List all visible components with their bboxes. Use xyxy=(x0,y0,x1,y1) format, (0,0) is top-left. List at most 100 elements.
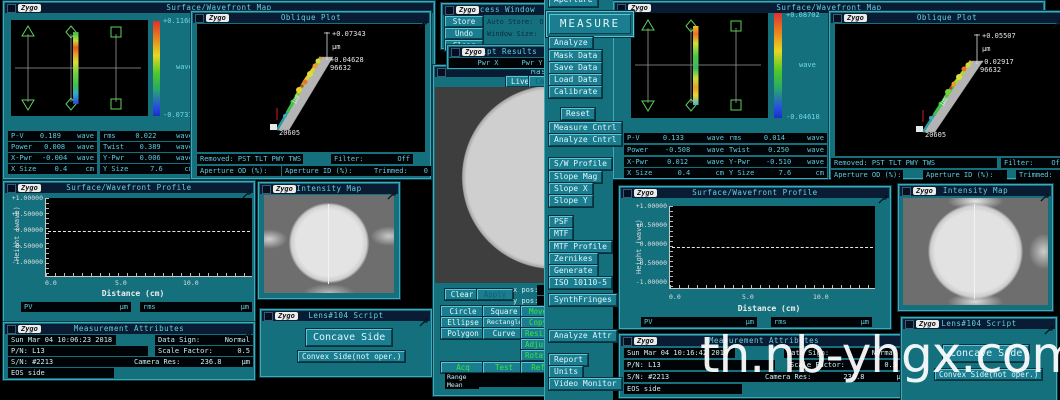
undo-button[interactable]: Undo xyxy=(445,28,483,39)
note-field[interactable]: EOS side xyxy=(624,384,742,394)
xtick: 5.0 xyxy=(742,294,754,301)
control-button[interactable]: Measure Cntrl xyxy=(549,122,622,134)
shape-curve-button[interactable]: Curve xyxy=(483,328,525,339)
control-button[interactable]: Slope Y xyxy=(549,195,593,207)
close-icon[interactable] xyxy=(623,337,632,346)
timestamp-field: Sun Mar 04 10:06:23 2018 xyxy=(8,335,116,345)
concave-side-button[interactable]: Concave Side xyxy=(306,329,392,346)
pwr-x-header: Pwr X xyxy=(465,58,511,68)
control-button[interactable]: Zernikes xyxy=(549,253,598,265)
wrench-icon[interactable] xyxy=(878,189,887,198)
oblique-plot-area: +0.07343 µm +0.04628 96632 µm 20605 xyxy=(197,24,425,152)
aperture-id-field[interactable]: Aperture ID (%): xyxy=(923,170,1007,180)
x-pos-label: x pos: xyxy=(513,286,538,295)
wrench-icon[interactable] xyxy=(1040,187,1049,196)
ytick: -1.00000 xyxy=(631,279,667,286)
control-button[interactable]: Analyze xyxy=(549,37,593,49)
wrench-icon[interactable] xyxy=(387,185,396,194)
lens-seam-line xyxy=(328,204,329,284)
control-button[interactable]: Units xyxy=(549,366,583,378)
zygo-logo: Zygo xyxy=(18,325,41,333)
control-button[interactable]: Generate xyxy=(549,265,598,277)
window-intensity-left: Zygo Intensity Map xyxy=(257,181,401,300)
window-size-setting[interactable]: Window Size:64 xyxy=(487,30,552,39)
aperture-button-partial[interactable]: Aperture xyxy=(549,0,598,7)
control-button[interactable]: SynthFringes xyxy=(549,294,617,306)
control-button[interactable]: Analyze Cntrl xyxy=(549,134,622,146)
close-icon[interactable] xyxy=(451,48,460,57)
close-icon[interactable] xyxy=(445,6,454,15)
measure-button[interactable]: MEASURE xyxy=(549,14,631,34)
removed-field: Removed: PST TLT PWY TWS xyxy=(831,158,997,168)
control-panel: Aperture MEASURE Analyze Mask Data Save … xyxy=(544,0,613,400)
store-button[interactable]: Store xyxy=(445,16,483,27)
aperture-od-field[interactable]: Aperture OD (%): xyxy=(197,166,281,176)
titlebar-intensity-right: Zygo Intensity Map xyxy=(900,186,1051,196)
serial-number-field[interactable]: S/N: #2213 xyxy=(8,357,134,367)
close-icon[interactable] xyxy=(7,4,16,13)
control-button[interactable]: MTF Profile xyxy=(549,241,612,253)
wrench-icon[interactable] xyxy=(242,325,251,334)
control-button[interactable]: Save Data xyxy=(549,62,602,74)
intensity-image xyxy=(264,195,394,293)
convex-side-button[interactable]: Convex Side(not oper.) xyxy=(298,351,405,362)
shape-ellipse-button[interactable]: Ellipse xyxy=(441,317,485,328)
aperture-id-field[interactable]: Aperture ID (%): xyxy=(282,166,372,176)
close-icon[interactable] xyxy=(437,68,446,77)
y-pos-label: y pos: xyxy=(513,297,538,306)
control-button[interactable]: ISO 10110-5 xyxy=(549,277,612,289)
close-icon[interactable] xyxy=(195,14,204,23)
close-icon[interactable] xyxy=(623,189,632,198)
window-oblique-left: Zygo Oblique Plot +0.07343 µ xyxy=(190,10,432,180)
aperture-od-field[interactable]: Aperture OD (%): xyxy=(831,170,903,180)
control-button[interactable]: Slope Mag xyxy=(549,171,602,183)
shape-square-button[interactable]: Square xyxy=(483,306,525,317)
zygo-logo: Zygo xyxy=(634,189,657,197)
part-number-field[interactable]: P/N: L13 xyxy=(8,346,148,356)
control-button[interactable]: PSF xyxy=(549,216,573,228)
close-icon[interactable] xyxy=(7,184,16,193)
stat-power: Power0.008wave xyxy=(8,142,97,152)
oblique-plot-area: +0.05507 µm -0.02917 96632 µm 20605 xyxy=(835,24,1060,156)
mask-clear-button[interactable]: Clear xyxy=(445,289,479,300)
wrench-icon[interactable] xyxy=(1052,14,1060,23)
shape-polygon-button[interactable]: Polygon xyxy=(441,328,485,339)
window-script-results: Zygo Script Results Pwr X Pwr Y xyxy=(446,44,558,70)
wrench-icon[interactable] xyxy=(242,184,251,193)
note-field[interactable]: EOS side xyxy=(8,368,114,378)
control-button[interactable]: Mask Data xyxy=(549,50,602,62)
control-button[interactable]: Load Data xyxy=(549,74,602,86)
zygo-logo: Zygo xyxy=(913,187,936,195)
stat-pv: P-V0.133wave xyxy=(624,133,727,143)
stat-ysize: Y Size7.6cm xyxy=(100,164,196,174)
control-button[interactable]: Video Monitor xyxy=(549,378,622,390)
control-button[interactable]: Slope X xyxy=(549,183,593,195)
wrench-icon[interactable] xyxy=(418,14,427,23)
mode-acq-button[interactable]: Acq xyxy=(441,362,485,373)
close-icon[interactable] xyxy=(902,187,911,196)
close-icon[interactable] xyxy=(262,185,271,194)
close-icon[interactable] xyxy=(833,14,842,23)
control-button[interactable]: Analyze Attr xyxy=(549,330,617,342)
close-icon[interactable] xyxy=(617,4,626,13)
stat-pv: P-V0.189wave xyxy=(8,131,97,141)
window-process: Zygo Process Window Store Undo Clear Aut… xyxy=(440,2,560,50)
wrench-icon[interactable] xyxy=(419,312,428,321)
control-button[interactable]: S/W Profile xyxy=(549,158,612,170)
control-button[interactable]: MTF xyxy=(549,228,573,240)
shape-rectangle-button[interactable]: Rectangle xyxy=(483,317,525,328)
auto-store-setting[interactable]: Auto Store:Off xyxy=(487,18,552,27)
control-button[interactable]: Calibrate xyxy=(549,86,602,98)
mode-test-button[interactable]: Test xyxy=(483,362,525,373)
z-scale-label: 96632 xyxy=(330,64,351,72)
close-icon[interactable] xyxy=(7,325,16,334)
window-intensity-right: Zygo Intensity Map xyxy=(897,183,1054,312)
control-button[interactable]: Report xyxy=(549,354,588,366)
close-icon[interactable] xyxy=(264,312,273,321)
mask-apply-button[interactable]: Apply xyxy=(477,289,513,300)
control-button[interactable]: Reset xyxy=(561,108,595,120)
window-mask: Mask Live Cam Zoom Clear Apply x pos: y … xyxy=(432,64,558,397)
shape-circle-button[interactable]: Circle xyxy=(441,306,485,317)
data-sign-field[interactable]: Data Sign:Normal xyxy=(155,335,253,345)
scale-factor-field[interactable]: Scale Factor:0.5 xyxy=(155,346,253,356)
